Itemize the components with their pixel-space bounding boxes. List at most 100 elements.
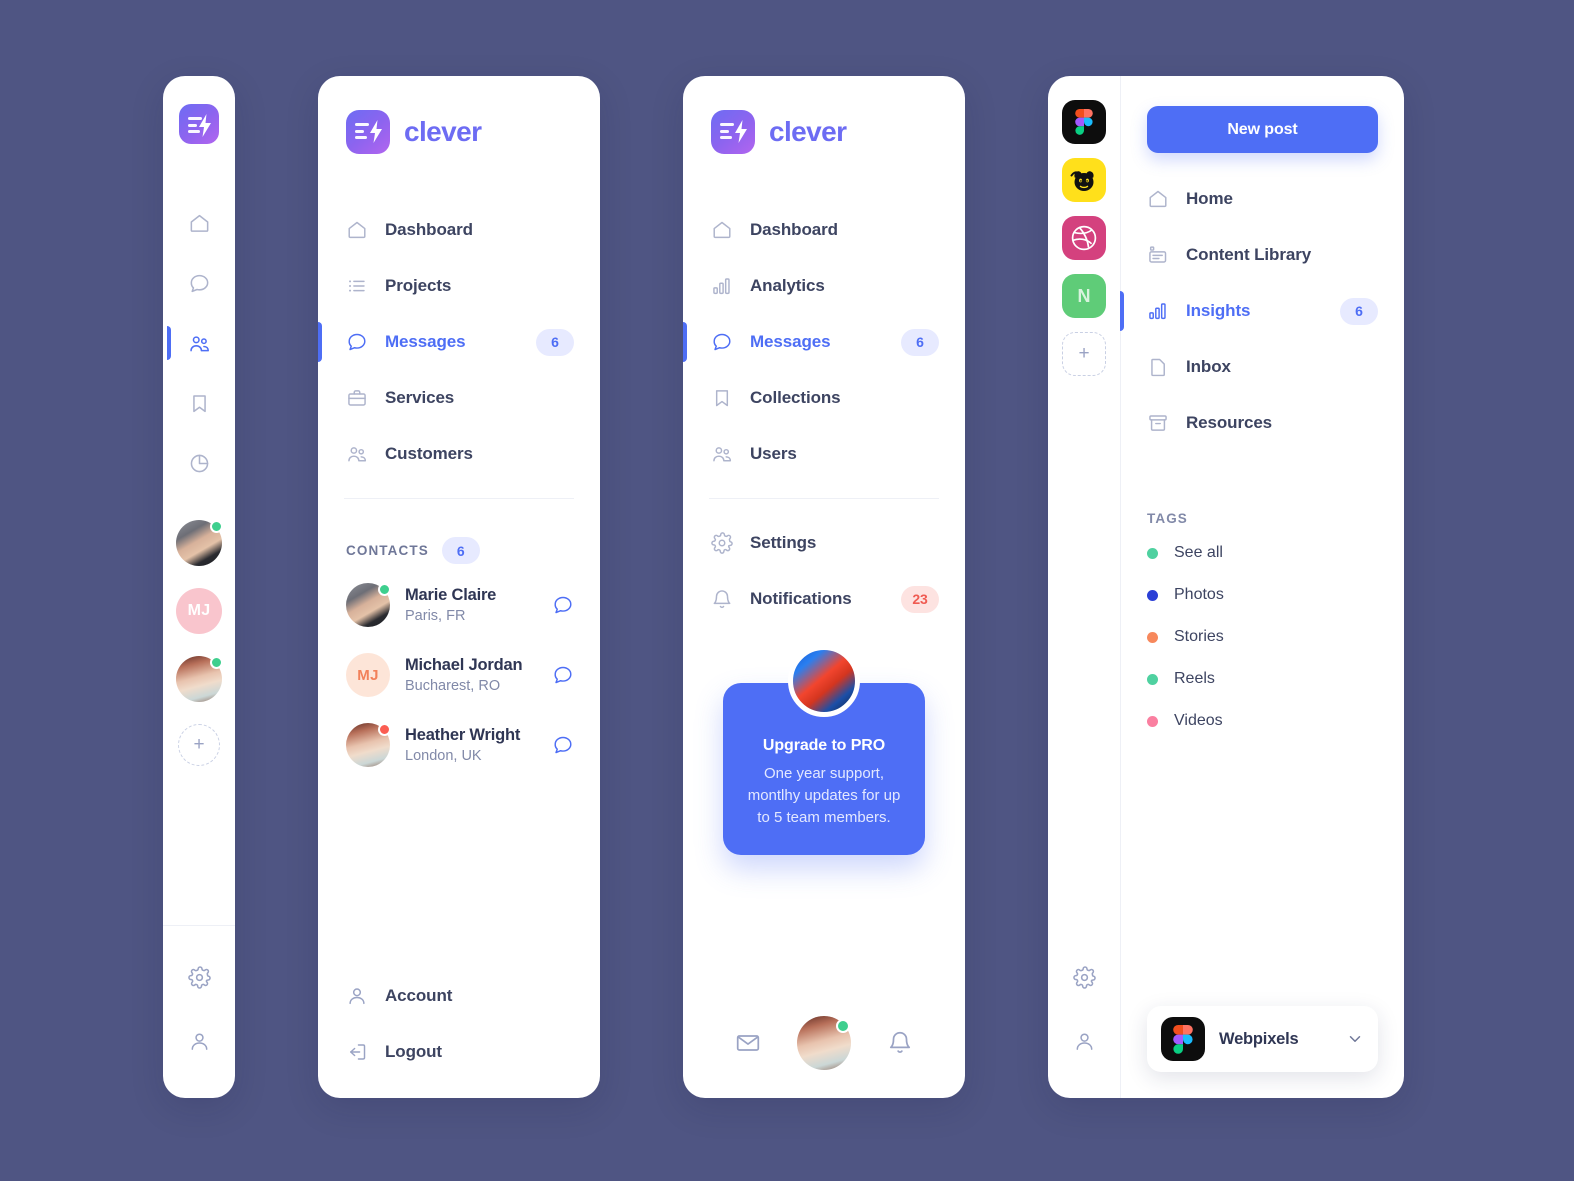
bar-chart-icon (1147, 300, 1169, 322)
tag-color-dot (1147, 715, 1158, 727)
contact-name: Marie Claire (405, 586, 497, 604)
nav-item-services[interactable]: Services (318, 370, 600, 426)
status-dot (378, 723, 391, 736)
logout-icon (346, 1041, 368, 1063)
nav-item-label: Resources (1186, 413, 1273, 432)
chat-bubble-icon[interactable] (552, 664, 574, 686)
clever-logo-mark (711, 110, 755, 154)
nav-item-badge: 6 (1340, 297, 1378, 325)
active-indicator (1120, 291, 1124, 331)
gear-icon[interactable] (1062, 960, 1106, 994)
contact-meta: Marie Claire Paris, FR (405, 586, 537, 624)
dribbble-app-icon[interactable] (1062, 216, 1106, 260)
notion-app-icon[interactable]: N (1062, 274, 1106, 318)
nav-item-home[interactable]: Home (1121, 171, 1404, 227)
nav-item-settings[interactable]: Settings (683, 515, 965, 571)
user-icon[interactable] (177, 1024, 221, 1058)
icon-rail-panel: MJ + (163, 76, 235, 1098)
footer-item-logout[interactable]: Logout (318, 1024, 600, 1080)
tag-color-dot (1147, 547, 1158, 559)
rail-item-analytics[interactable] (177, 446, 221, 480)
add-contact-button[interactable]: + (178, 724, 220, 766)
tag-item-videos[interactable]: Videos (1121, 700, 1404, 742)
gear-icon[interactable] (177, 960, 221, 994)
bell-icon[interactable] (887, 1030, 913, 1056)
nav-item-customers[interactable]: Customers (318, 426, 600, 482)
nav-item-notifications[interactable]: Notifications 23 (683, 571, 965, 627)
status-dot (378, 583, 391, 596)
rail-item-collections[interactable] (177, 386, 221, 420)
nav-item-users[interactable]: Users (683, 426, 965, 482)
nav-item-badge: 6 (536, 328, 574, 356)
tag-item-see-all[interactable]: See all (1121, 532, 1404, 574)
nav-item-dashboard[interactable]: Dashboard (318, 202, 600, 258)
nav-item-resources[interactable]: Resources (1121, 395, 1404, 451)
tags-title: TAGS (1147, 511, 1188, 526)
brand-name: clever (404, 116, 482, 147)
status-dot (210, 520, 223, 533)
rail-logo[interactable] (163, 76, 235, 144)
nav-item-content-library[interactable]: Content Library (1121, 227, 1404, 283)
add-app-button[interactable]: + (1062, 332, 1106, 376)
tag-item-reels[interactable]: Reels (1121, 658, 1404, 700)
archive-icon (1147, 412, 1169, 434)
brand-clever-b[interactable]: clever (683, 76, 965, 154)
mail-icon[interactable] (735, 1030, 761, 1056)
figma-icon (1161, 1017, 1205, 1061)
nav-item-insights[interactable]: Insights 6 (1120, 283, 1404, 339)
nav-item-messages[interactable]: Messages 6 (318, 314, 600, 370)
rail-avatar-heather-wright[interactable] (176, 656, 223, 702)
nav-item-label: Inbox (1186, 357, 1231, 376)
app-rail-bottom (1062, 960, 1106, 1098)
chat-bubble-icon (346, 331, 368, 353)
figma-app-icon[interactable] (1062, 100, 1106, 144)
rail-avatar-michael-jordan[interactable]: MJ (176, 588, 222, 634)
chat-bubble-icon[interactable] (552, 594, 574, 616)
footer-item-account[interactable]: Account (318, 968, 600, 1024)
user-icon[interactable] (1062, 1024, 1106, 1058)
contact-row[interactable]: MJ Michael Jordan Bucharest, RO (318, 640, 600, 710)
contact-avatar: MJ (346, 653, 390, 697)
contact-row[interactable]: Heather Wright London, UK (318, 710, 600, 780)
upgrade-card-wrap: Upgrade to PRO One year support, montlhy… (683, 645, 965, 856)
logo-bars-icon (720, 123, 734, 143)
content-library-icon (1147, 244, 1169, 266)
nav-item-dashboard[interactable]: Dashboard (683, 202, 965, 258)
mailchimp-app-icon[interactable] (1062, 158, 1106, 202)
logo-bolt-icon (199, 114, 211, 137)
nav-item-badge: 23 (901, 585, 939, 613)
rail-item-customers[interactable] (167, 326, 221, 360)
users-icon (188, 332, 211, 355)
tag-item-photos[interactable]: Photos (1121, 574, 1404, 616)
contact-row[interactable]: Marie Claire Paris, FR (318, 570, 600, 640)
nav-item-analytics[interactable]: Analytics (683, 258, 965, 314)
chat-bubble-icon[interactable] (552, 734, 574, 756)
contacts-count-badge: 6 (441, 537, 480, 564)
profile-avatar[interactable] (797, 1016, 851, 1070)
brand-clever-a[interactable]: clever (318, 76, 600, 154)
contact-avatar (346, 723, 391, 767)
chevron-down-icon[interactable] (1346, 1030, 1364, 1048)
nav-item-label: Dashboard (750, 220, 838, 239)
nav-item-projects[interactable]: Projects (318, 258, 600, 314)
tag-label: Videos (1174, 712, 1223, 729)
social-panel: N + New post Home Content Library Insights 6… (1048, 76, 1404, 1098)
new-post-button[interactable]: New post (1147, 106, 1378, 153)
nav-list-a: Dashboard Projects Messages 6 Services Custom… (318, 202, 600, 482)
upgrade-card[interactable]: Upgrade to PRO One year support, montlhy… (723, 645, 925, 856)
clever-panel-a: clever Dashboard Projects Messages 6 Service… (318, 76, 600, 1098)
nav-item-messages[interactable]: Messages 6 (683, 314, 965, 370)
nav-item-label: Dashboard (385, 220, 473, 239)
briefcase-icon (346, 387, 368, 409)
nav-item-inbox[interactable]: Inbox (1121, 339, 1404, 395)
workspace-selector[interactable]: Webpixels (1147, 1006, 1378, 1072)
tag-item-stories[interactable]: Stories (1121, 616, 1404, 658)
rail-item-messages[interactable] (177, 266, 221, 300)
nav-item-label: Analytics (750, 276, 825, 295)
nav-item-collections[interactable]: Collections (683, 370, 965, 426)
tag-label: Reels (1174, 670, 1215, 687)
tag-color-dot (1147, 631, 1158, 643)
rail-item-home[interactable] (177, 206, 221, 240)
nav-item-badge: 6 (901, 328, 939, 356)
rail-avatar-marie-claire[interactable] (176, 520, 223, 566)
